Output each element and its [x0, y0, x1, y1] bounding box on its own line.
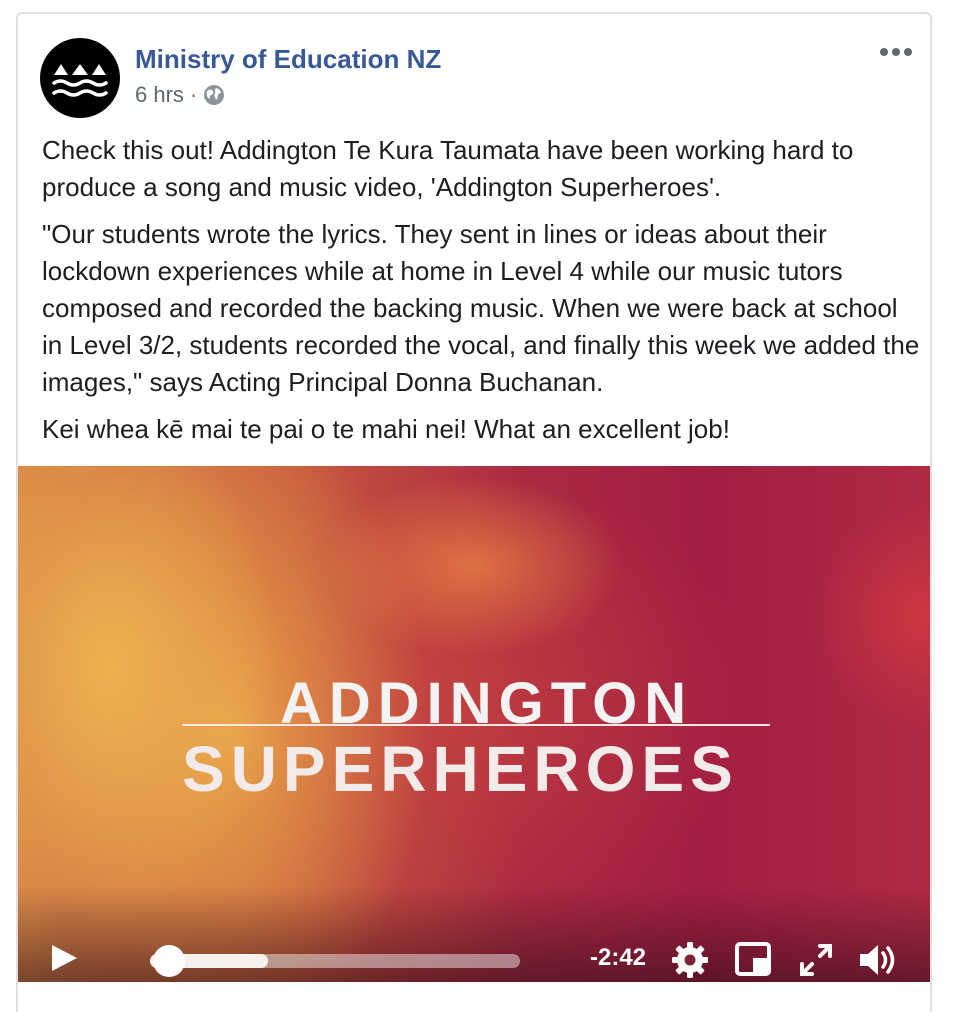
- post-timestamp[interactable]: 6 hrs: [135, 82, 184, 108]
- progress-knob[interactable]: [152, 945, 185, 977]
- settings-icon[interactable]: [670, 940, 710, 980]
- volume-icon[interactable]: [858, 940, 898, 980]
- post-paragraph: "Our students wrote the lyrics. They sen…: [42, 219, 920, 397]
- facebook-post: Ministry of Education NZ 6 hrs · Check t…: [16, 12, 932, 1012]
- post-meta: 6 hrs ·: [135, 82, 225, 108]
- more-options-icon[interactable]: [878, 44, 914, 60]
- globe-icon[interactable]: [203, 84, 225, 106]
- video-title-line1: ADDINGTON: [280, 671, 694, 736]
- video-player[interactable]: ADDINGTON SUPERHEROES -2:42: [18, 466, 930, 982]
- post-message: Check this out! Addington Te Kura Taumat…: [42, 132, 922, 458]
- fullscreen-icon[interactable]: [796, 940, 836, 980]
- video-title-line2: SUPERHEROES: [182, 733, 739, 805]
- video-controls: -2:42: [18, 886, 930, 982]
- play-icon[interactable]: [48, 942, 80, 974]
- meta-separator: ·: [189, 82, 198, 107]
- video-title-divider: [182, 724, 770, 726]
- remaining-time: -2:42: [590, 944, 647, 971]
- page-name-link[interactable]: Ministry of Education NZ: [135, 44, 441, 75]
- post-paragraph: Kei whea kē mai te pai o te mahi nei! Wh…: [42, 414, 730, 444]
- post-paragraph: Check this out! Addington Te Kura Taumat…: [42, 135, 854, 202]
- picture-in-picture-icon[interactable]: [734, 940, 774, 980]
- progress-track[interactable]: [150, 945, 520, 977]
- ministry-logo-icon[interactable]: [40, 38, 120, 118]
